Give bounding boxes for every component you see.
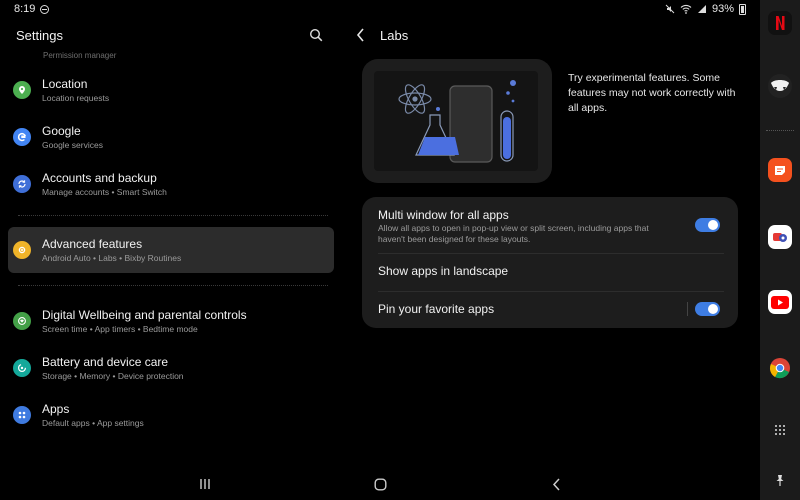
youtube-icon[interactable] bbox=[768, 290, 792, 314]
device-care-icon bbox=[13, 359, 31, 377]
labs-illustration bbox=[362, 59, 552, 183]
multi-window-toggle[interactable] bbox=[695, 218, 720, 232]
settings-item-title: Advanced features bbox=[42, 236, 143, 251]
settings-item-digital-wellbeing[interactable]: Digital Wellbeing and parental controls … bbox=[8, 298, 334, 344]
toggle-knob bbox=[708, 220, 718, 230]
sync-icon bbox=[13, 175, 31, 193]
heart-circle-icon bbox=[13, 312, 31, 330]
mute-icon bbox=[665, 4, 675, 14]
chrome-icon[interactable] bbox=[768, 356, 792, 380]
clock: 8:19 bbox=[14, 3, 36, 15]
option-pin-favorite-apps[interactable]: Pin your favorite apps bbox=[362, 301, 738, 317]
settings-item-subtitle: Storage • Memory • Device protection bbox=[42, 370, 184, 381]
list-divider bbox=[18, 285, 328, 286]
dracula-app-icon[interactable] bbox=[768, 74, 792, 98]
list-divider bbox=[18, 215, 328, 216]
settings-item-google[interactable]: Google Google services bbox=[8, 114, 334, 160]
settings-header: Settings bbox=[0, 18, 340, 52]
gear-plus-icon bbox=[13, 241, 31, 259]
option-title: Pin your favorite apps bbox=[378, 302, 495, 316]
navigation-bar bbox=[0, 468, 760, 500]
pin-icon[interactable] bbox=[768, 468, 792, 492]
back-button[interactable] bbox=[356, 28, 368, 42]
labs-options-card: Multi window for all apps Allow all apps… bbox=[362, 197, 738, 328]
option-title: Multi window for all apps bbox=[378, 208, 509, 222]
settings-item-title: Battery and device care bbox=[42, 354, 169, 369]
option-description: Allow all apps to open in pop-up view or… bbox=[378, 223, 649, 244]
labs-header: Labs bbox=[340, 18, 758, 52]
settings-item-title: Digital Wellbeing and parental controls bbox=[42, 307, 247, 322]
taskbar-divider bbox=[766, 130, 794, 131]
netflix-icon[interactable] bbox=[768, 11, 792, 35]
back-nav-button[interactable] bbox=[548, 476, 564, 492]
settings-item-battery-device-care[interactable]: Battery and device care Storage • Memory… bbox=[8, 345, 334, 391]
recent-apps-icon bbox=[200, 479, 210, 489]
row-divider bbox=[378, 253, 724, 254]
app-drawer-icon[interactable] bbox=[768, 418, 792, 442]
settings-item-title: Location bbox=[42, 76, 88, 91]
settings-pane: Settings Permission manager Location Loc… bbox=[0, 18, 340, 468]
chevron-left-icon bbox=[356, 28, 364, 42]
settings-item-subtitle: Google services bbox=[42, 139, 103, 150]
settings-item-subtitle: Android Auto • Labs • Bixby Routines bbox=[42, 252, 182, 263]
status-bar: 8:19 93% bbox=[0, 0, 760, 18]
settings-item-subtitle: Location requests bbox=[42, 92, 110, 103]
settings-item-title: Accounts and backup bbox=[42, 170, 157, 185]
google-icon bbox=[13, 128, 31, 146]
labs-pane: Labs Try experimental features. Some fea… bbox=[340, 18, 758, 468]
home-button[interactable] bbox=[372, 476, 388, 492]
settings-item-location[interactable]: Location Location requests bbox=[8, 67, 334, 113]
home-icon bbox=[374, 478, 387, 491]
back-nav-icon bbox=[552, 477, 560, 491]
settings-item-apps[interactable]: Apps Default apps • App settings bbox=[8, 392, 334, 438]
labs-title: Labs bbox=[380, 27, 409, 43]
settings-title: Settings bbox=[16, 27, 63, 43]
battery-icon bbox=[739, 3, 746, 15]
battery-percent: 93% bbox=[711, 3, 734, 15]
settings-item-title: Google bbox=[42, 123, 81, 138]
settings-item-accounts-backup[interactable]: Accounts and backup Manage accounts • Sm… bbox=[8, 161, 334, 207]
option-multi-window[interactable]: Multi window for all apps Allow all apps… bbox=[362, 207, 738, 245]
option-title: Show apps in landscape bbox=[378, 264, 509, 278]
do-not-disturb-icon bbox=[40, 4, 50, 14]
location-pin-icon bbox=[13, 81, 31, 99]
settings-item-subtitle: Manage accounts • Smart Switch bbox=[42, 186, 167, 197]
search-icon bbox=[309, 28, 323, 42]
row-divider bbox=[378, 291, 724, 292]
signal-icon bbox=[697, 5, 706, 13]
settings-item-title: Apps bbox=[42, 401, 70, 416]
option-show-apps-landscape[interactable]: Show apps in landscape bbox=[362, 263, 738, 279]
taskbar bbox=[760, 0, 800, 500]
settings-item-subtitle: Screen time • App timers • Bedtime mode bbox=[42, 323, 198, 334]
search-button[interactable] bbox=[306, 25, 326, 45]
notes-app-icon[interactable] bbox=[768, 158, 792, 182]
recent-apps-button[interactable] bbox=[197, 476, 213, 492]
labs-intro-text: Try experimental features. Some features… bbox=[568, 72, 736, 114]
settings-item-advanced-features[interactable]: Advanced features Android Auto • Labs • … bbox=[8, 227, 334, 273]
apps-grid-icon bbox=[13, 406, 31, 424]
settings-item-subtitle: Default apps • App settings bbox=[42, 417, 144, 428]
duo-app-icon[interactable] bbox=[768, 225, 792, 249]
faded-list-item: Permission manager bbox=[43, 52, 117, 60]
wifi-icon bbox=[680, 4, 692, 14]
pin-apps-toggle[interactable] bbox=[695, 302, 720, 316]
toggle-knob bbox=[708, 304, 718, 314]
toggle-divider bbox=[687, 302, 688, 316]
